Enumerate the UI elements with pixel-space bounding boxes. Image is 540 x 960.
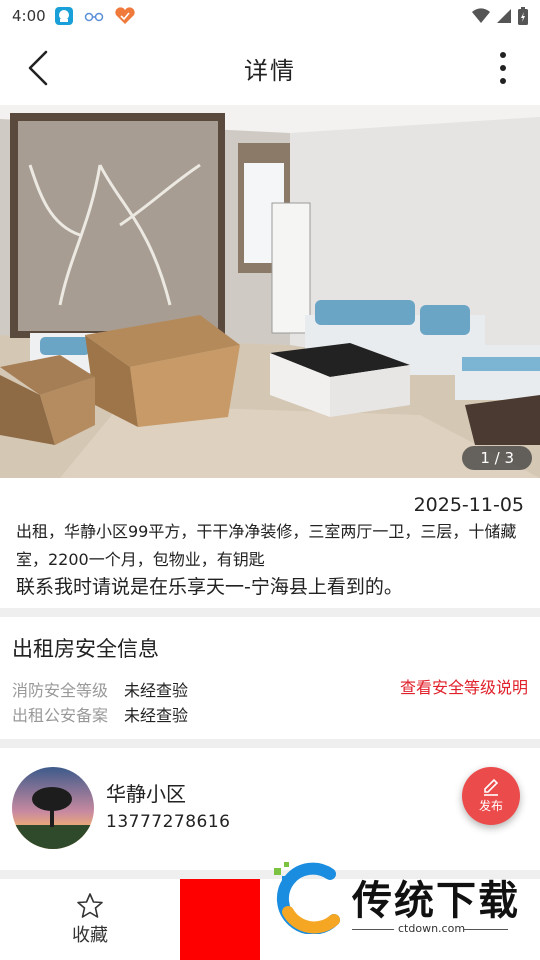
chevron-left-icon [28,50,48,86]
listing-details: 2025-11-05 出租，华静小区99平方，干干净净装修，三室两厅一卫，三层，… [0,478,540,608]
watermark-c-logo-icon [274,862,340,935]
status-time: 4:00 [12,7,46,25]
avatar [12,767,94,849]
fire-safety-label: 消防安全等级 [12,681,109,700]
section-divider [0,739,540,748]
fire-safety-row: 消防安全等级 未经查验 [12,677,188,701]
section-divider [0,608,540,617]
publish-button[interactable]: 发布 [462,767,520,825]
watermark-logo: 传统下载 ctdown.com [268,862,530,942]
fire-safety-value: 未经查验 [124,681,189,700]
back-button[interactable] [18,46,58,90]
favorite-button[interactable]: 收藏 [0,879,180,960]
system-icons [472,7,528,25]
more-options-button[interactable] [488,46,518,90]
listing-description: 出租，华静小区99平方，干干净净装修，三室两厅一卫，三层，十储藏室，2200一个… [16,522,517,569]
notification-icons [54,6,136,26]
police-record-row: 出租公安备案 未经查验 [12,702,188,726]
app-notification-icon [54,7,73,25]
header-bar: 详情 [0,32,540,104]
wifi-icon [472,8,490,23]
red-block [180,879,260,960]
more-vertical-icon [500,52,506,84]
watermark-rule-right [464,929,508,930]
rental-safety-section: 出租房安全信息 消防安全等级 未经查验 出租公安备案 未经查验 查看安全等级说明 [0,617,540,739]
police-record-label: 出租公安备案 [12,706,109,725]
publish-label: 发布 [478,799,503,813]
safety-level-explanation-link[interactable]: 查看安全等级说明 [400,674,528,698]
glasses-notification-icon [84,12,103,22]
pencil-icon [484,778,499,796]
heart-notification-icon [115,7,135,25]
favorite-label: 收藏 [72,925,108,946]
page-title: 详情 [244,56,296,85]
listing-date: 2025-11-05 [413,494,524,516]
watermark-url: ctdown.com [398,922,466,935]
owner-card[interactable]: 华静小区 13777278616 [0,748,540,870]
star-outline-icon [77,893,103,918]
listing-photo-carousel[interactable]: 1 / 3 [0,105,540,478]
watermark-brand: 传统下载 [352,878,520,924]
contact-note: 联系我时请说是在乐享天一-宁海县上看到的。 [16,576,403,598]
owner-phone[interactable]: 13777278616 [106,812,230,832]
safety-section-title: 出租房安全信息 [12,637,159,661]
police-record-value: 未经查验 [124,706,189,725]
battery-icon [518,7,528,25]
room-photo [0,105,540,478]
tree-sunset-avatar-image [12,767,94,849]
photo-counter-badge: 1 / 3 [462,446,532,470]
owner-name: 华静小区 [106,782,186,806]
app-screen: 4:00 详情 1 / 3 2025-11-05 出租，华静小区99平方，干干净… [0,0,540,960]
status-bar: 4:00 [0,0,540,32]
signal-icon [497,9,511,23]
watermark-rule-left [352,929,394,930]
